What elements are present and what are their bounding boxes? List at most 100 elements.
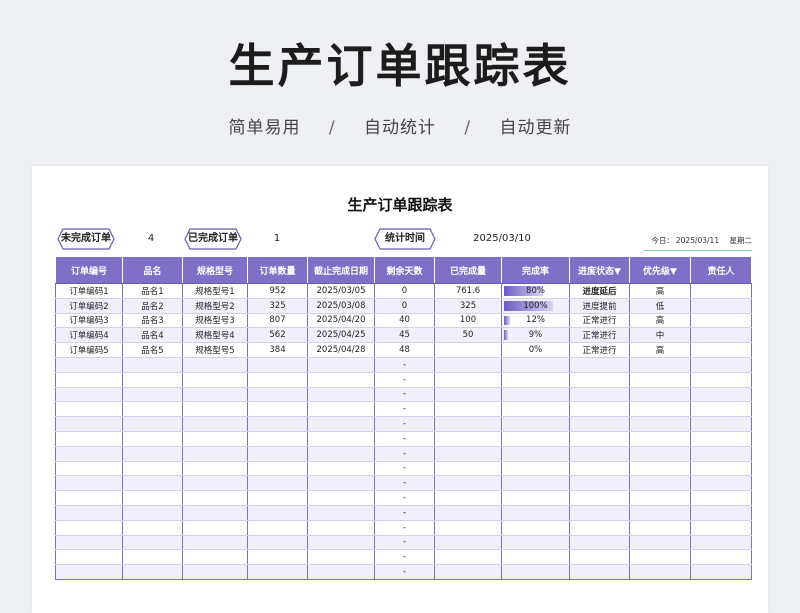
empty-cell[interactable] [55,564,123,580]
remaining-days-cell[interactable]: 40 [374,313,435,329]
empty-cell[interactable] [434,387,502,403]
priority-filter-header[interactable]: 优先级▼ [629,256,691,284]
quantity-cell[interactable]: 384 [247,342,308,358]
due-date-cell[interactable]: 2025/03/05 [307,283,375,299]
empty-cell[interactable]: - [374,535,435,551]
empty-cell[interactable] [569,535,630,551]
spec-cell[interactable]: 规格型号2 [182,298,248,314]
order-id-cell[interactable]: 订单编码3 [55,313,123,329]
empty-cell[interactable] [55,416,123,432]
empty-cell[interactable] [501,461,570,477]
empty-cell[interactable] [690,387,752,403]
order-id-cell[interactable]: 订单编码5 [55,342,123,358]
empty-cell[interactable] [569,475,630,492]
empty-cell[interactable] [247,372,308,388]
priority-cell[interactable]: 低 [629,298,691,314]
empty-cell[interactable] [247,549,308,566]
empty-cell[interactable] [501,357,570,373]
empty-cell[interactable] [629,461,691,477]
empty-table-row[interactable]: - [55,372,752,388]
empty-cell[interactable] [307,549,375,566]
empty-cell[interactable] [629,446,691,462]
empty-cell[interactable] [182,387,248,403]
empty-cell[interactable] [307,446,375,462]
quantity-cell[interactable]: 562 [247,327,308,344]
empty-cell[interactable] [434,549,502,566]
empty-cell[interactable] [434,431,502,447]
empty-cell[interactable] [629,372,691,388]
status-cell[interactable]: 进度延后 [569,283,630,299]
empty-cell[interactable] [122,387,183,403]
empty-cell[interactable] [690,446,752,462]
empty-cell[interactable] [307,461,375,477]
remaining-days-cell[interactable]: 0 [374,298,435,314]
empty-cell[interactable] [182,372,248,388]
empty-cell[interactable] [247,416,308,432]
column-header[interactable]: 品名 [122,256,183,284]
empty-cell[interactable] [182,446,248,462]
empty-cell[interactable] [569,431,630,447]
empty-cell[interactable]: - [374,490,435,506]
empty-cell[interactable] [247,564,308,580]
column-header[interactable]: 剩余天数 [374,256,435,284]
empty-cell[interactable] [434,416,502,432]
empty-cell[interactable]: - [374,549,435,566]
empty-cell[interactable] [307,431,375,447]
empty-cell[interactable] [55,549,123,566]
empty-cell[interactable] [182,461,248,477]
empty-cell[interactable] [55,357,123,373]
empty-cell[interactable]: - [374,446,435,462]
empty-cell[interactable] [307,490,375,506]
empty-cell[interactable] [182,520,248,536]
empty-cell[interactable] [690,535,752,551]
empty-cell[interactable] [307,401,375,418]
column-header[interactable]: 已完成量 [434,256,502,284]
empty-cell[interactable] [247,461,308,477]
empty-cell[interactable] [434,564,502,580]
empty-cell[interactable] [569,564,630,580]
empty-cell[interactable] [501,490,570,506]
empty-cell[interactable] [182,564,248,580]
column-header[interactable]: 规格型号 [182,256,248,284]
spec-cell[interactable]: 规格型号1 [182,283,248,299]
empty-cell[interactable] [434,372,502,388]
empty-cell[interactable] [247,387,308,403]
column-header[interactable]: 完成率 [501,256,570,284]
empty-cell[interactable]: - [374,401,435,418]
empty-cell[interactable] [55,401,123,418]
empty-cell[interactable] [501,446,570,462]
empty-cell[interactable] [434,535,502,551]
empty-cell[interactable] [569,461,630,477]
empty-cell[interactable] [629,416,691,432]
empty-cell[interactable] [182,416,248,432]
empty-cell[interactable] [690,357,752,373]
owner-cell[interactable] [690,327,752,344]
empty-cell[interactable] [434,490,502,506]
empty-cell[interactable] [182,490,248,506]
spec-cell[interactable]: 规格型号3 [182,313,248,329]
status-filter-header[interactable]: 进度状态▼ [569,256,630,284]
empty-cell[interactable]: - [374,461,435,477]
empty-cell[interactable] [434,357,502,373]
priority-cell[interactable]: 高 [629,342,691,358]
empty-cell[interactable] [501,505,570,521]
empty-cell[interactable] [247,431,308,447]
table-row[interactable]: 订单编码5 品名5 规格型号5 384 2025/04/28 48 0% 正常进行高 [55,342,752,358]
empty-cell[interactable] [182,431,248,447]
empty-cell[interactable] [569,520,630,536]
empty-cell[interactable] [690,564,752,580]
empty-table-row[interactable]: - [55,401,752,418]
empty-cell[interactable]: - [374,357,435,373]
empty-cell[interactable] [501,372,570,388]
completion-rate-cell[interactable]: 12% [501,313,570,329]
empty-cell[interactable] [122,564,183,580]
empty-cell[interactable] [122,431,183,447]
column-header[interactable]: 订单数量 [247,256,308,284]
empty-cell[interactable] [434,520,502,536]
empty-cell[interactable] [307,520,375,536]
empty-cell[interactable] [182,401,248,418]
empty-cell[interactable] [307,535,375,551]
empty-cell[interactable] [307,564,375,580]
empty-table-row[interactable]: - [55,505,752,521]
priority-cell[interactable]: 高 [629,313,691,329]
